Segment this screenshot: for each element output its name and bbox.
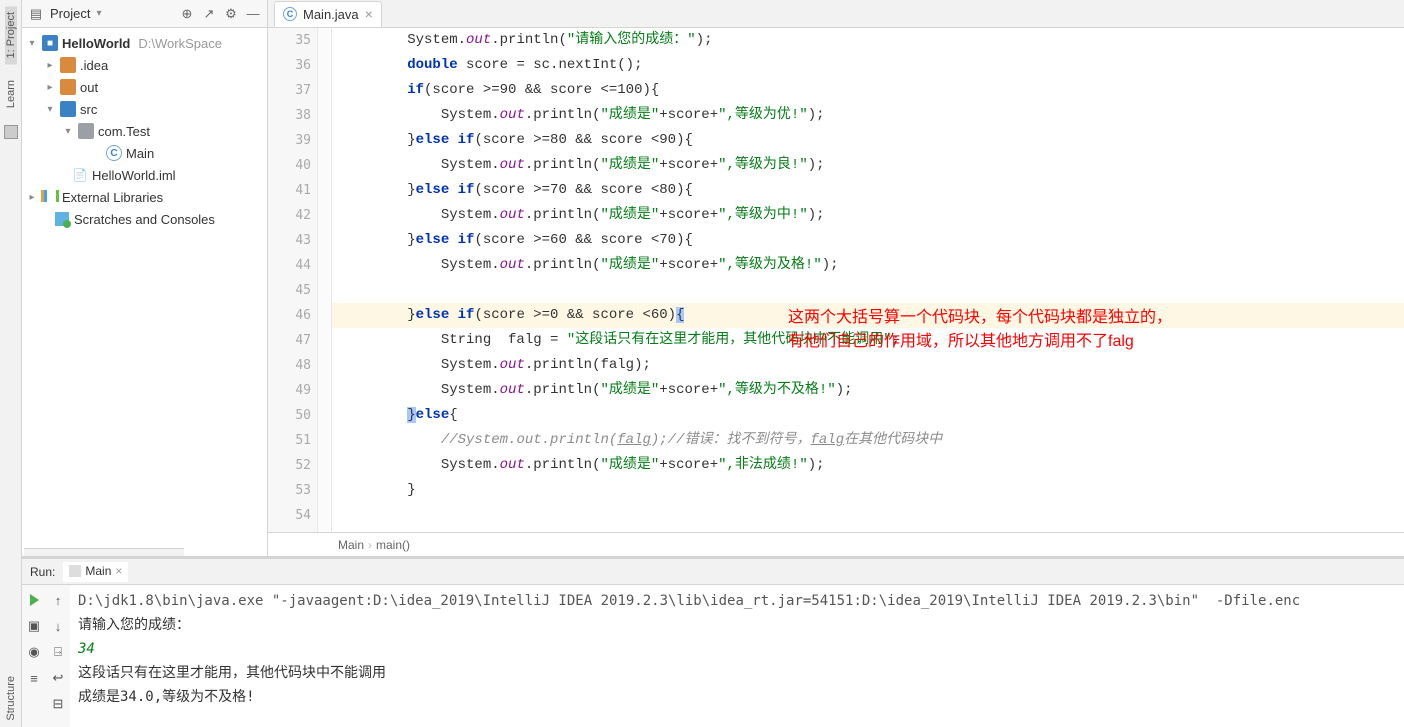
tree-node[interactable]: Main: [126, 146, 154, 161]
locate-icon[interactable]: ⊕: [179, 6, 195, 22]
tool-button[interactable]: ⍈: [49, 643, 67, 661]
editor-area: C Main.java × 35363738394041424344454647…: [268, 0, 1404, 556]
wrap-button[interactable]: ↩: [49, 669, 67, 687]
gear-icon[interactable]: ⚙: [223, 6, 239, 22]
code-editor[interactable]: 3536373839404142434445464748495051525354…: [268, 28, 1404, 532]
tool-button[interactable]: ⊟: [49, 695, 67, 713]
tree-node[interactable]: .idea: [80, 58, 108, 73]
run-config-tab[interactable]: Main ×: [63, 562, 128, 582]
rail-project-tab[interactable]: 1: Project: [5, 6, 17, 64]
tool-button[interactable]: ▣: [25, 617, 43, 635]
breadcrumb[interactable]: Main › main(): [268, 532, 1404, 556]
tree-node[interactable]: HelloWorld.iml: [92, 168, 176, 183]
crumb[interactable]: main(): [376, 538, 410, 552]
close-icon[interactable]: ×: [115, 564, 122, 578]
gutter-marks: [318, 28, 332, 532]
editor-tab-label: Main.java: [303, 7, 359, 22]
project-panel-header: ▤ Project ▾ ⊕ ↗ ⚙ —: [22, 0, 267, 28]
tree-node[interactable]: Scratches and Consoles: [74, 212, 215, 227]
rail-learn-tab[interactable]: Learn: [5, 74, 17, 114]
libraries-icon: [41, 190, 59, 205]
crumb[interactable]: Main: [338, 538, 364, 552]
tree-node[interactable]: out: [80, 80, 98, 95]
editor-tab[interactable]: C Main.java ×: [274, 1, 382, 27]
project-panel-title: Project: [50, 6, 90, 21]
run-button[interactable]: [25, 591, 43, 609]
left-tool-rail: 1: Project Learn Structure: [0, 0, 22, 727]
run-config-label: Main: [85, 564, 111, 578]
scroll-up-button[interactable]: ↑: [49, 591, 67, 609]
tool-button[interactable]: ≡: [25, 669, 43, 687]
project-panel: ▤ Project ▾ ⊕ ↗ ⚙ — ▾■HelloWorldD:\WorkS…: [22, 0, 268, 556]
tool-button[interactable]: ◉: [25, 643, 43, 661]
tree-root-path: D:\WorkSpace: [138, 36, 222, 51]
project-view-icon[interactable]: ▤: [28, 6, 44, 22]
play-icon: [30, 594, 39, 606]
hide-icon[interactable]: —: [245, 6, 261, 22]
console-output[interactable]: D:\jdk1.8\bin\java.exe "-javaagent:D:\id…: [70, 585, 1404, 727]
rail-structure-tab[interactable]: Structure: [5, 670, 17, 727]
run-config-icon: [69, 565, 81, 577]
scroll-down-button[interactable]: ↓: [49, 617, 67, 635]
tree-root[interactable]: HelloWorld: [62, 36, 130, 51]
java-icon: C: [283, 7, 297, 21]
tree-node[interactable]: src: [80, 102, 97, 117]
expand-icon[interactable]: ↗: [201, 6, 217, 22]
scratches-icon: [55, 212, 69, 226]
run-toolbar: ▣ ◉ ≡ ↑ ↓ ⍈ ↩ ⊟: [22, 585, 70, 727]
project-tree[interactable]: ▾■HelloWorldD:\WorkSpace ▸.idea ▸out ▾sr…: [22, 28, 267, 548]
tree-node[interactable]: External Libraries: [62, 190, 163, 205]
iml-icon: 📄: [72, 167, 88, 183]
tree-node[interactable]: com.Test: [98, 124, 150, 139]
run-panel-header: Run: Main ×: [22, 559, 1404, 585]
close-icon[interactable]: ×: [365, 6, 373, 22]
panel-resize-handle[interactable]: [24, 548, 184, 556]
run-panel: Run: Main × ▣ ◉ ≡ ↑ ↓ ⍈ ↩: [22, 556, 1404, 727]
rail-icon[interactable]: [4, 125, 18, 139]
code-content[interactable]: System.out.println("请输入您的成绩："); double s…: [332, 28, 1404, 532]
editor-tabbar: C Main.java ×: [268, 0, 1404, 28]
run-title: Run:: [30, 565, 55, 579]
line-gutter: 3536373839404142434445464748495051525354: [268, 28, 318, 532]
